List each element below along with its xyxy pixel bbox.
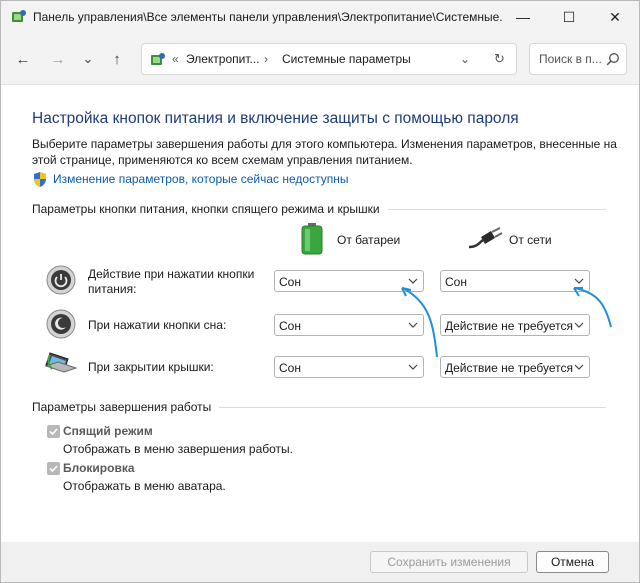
power-button-label-line2: питания: [88, 282, 137, 296]
maximize-button[interactable]: ☐ [546, 1, 592, 33]
refresh-icon[interactable]: ↻ [494, 51, 505, 67]
chevron-down-icon [574, 278, 584, 284]
search-icon [606, 53, 619, 66]
lock-description: Отображать в меню аватара. [63, 479, 226, 493]
lock-checkbox[interactable] [47, 462, 60, 475]
page-description: Выберите параметры завершения работы для… [32, 137, 617, 167]
window-title: Панель управления\Все элементы панели уп… [33, 10, 503, 24]
select-value: Сон [445, 275, 467, 289]
close-button[interactable]: ✕ [592, 1, 638, 33]
cancel-button[interactable]: Отмена [536, 551, 609, 573]
breadcrumb-power-options[interactable]: Электропит... [186, 52, 260, 66]
laptop-lid-icon [44, 352, 78, 373]
power-button-label-line1: Действие при нажатии кнопки [88, 267, 255, 281]
chevron-down-icon [408, 364, 418, 370]
sleep-button-label: При нажатии кнопки сна: [88, 318, 227, 332]
select-value: Действие не требуется [445, 361, 574, 375]
power-button-icon [46, 265, 76, 295]
chevron-down-icon [574, 364, 584, 370]
sleep-button-icon [46, 309, 76, 339]
search-box[interactable]: Поиск в п... [529, 43, 627, 75]
address-dropdown-chevron-icon[interactable]: ⌄ [460, 52, 470, 66]
control-panel-window: Панель управления\Все элементы панели уп… [0, 0, 640, 583]
minimize-button[interactable]: — [500, 1, 546, 33]
recent-locations-button[interactable]: ⌄ [78, 49, 98, 69]
back-button[interactable]: ← [13, 49, 33, 69]
save-changes-button[interactable]: Сохранить изменения [370, 551, 528, 573]
breadcrumb-overflow[interactable]: « [172, 52, 179, 66]
select-value: Сон [279, 319, 301, 333]
lid-close-ac-select[interactable]: Действие не требуется [440, 356, 590, 378]
breadcrumb-separator[interactable]: › [264, 52, 268, 66]
power-button-label: Действие при нажатии кнопки питания: [88, 267, 254, 297]
shutdown-section-title: Параметры завершения работы [32, 400, 220, 414]
select-value: Сон [279, 275, 301, 289]
lock-label: Блокировка [63, 461, 135, 475]
column-header-battery: От батареи [337, 233, 401, 247]
checkmark-icon [49, 465, 58, 473]
power-button-battery-select[interactable]: Сон [274, 270, 424, 292]
lid-close-battery-select[interactable]: Сон [274, 356, 424, 378]
address-field[interactable]: « Электропит... › Системные параметры ⌄ … [141, 43, 517, 75]
column-header-ac: От сети [509, 233, 552, 247]
chevron-down-icon [574, 322, 584, 328]
sleep-button-battery-select[interactable]: Сон [274, 314, 424, 336]
up-button[interactable]: ↑ [107, 49, 127, 69]
sleep-button-ac-select[interactable]: Действие не требуется [440, 314, 590, 336]
battery-icon [301, 223, 323, 255]
select-value: Сон [279, 361, 301, 375]
power-button-ac-select[interactable]: Сон [440, 270, 590, 292]
power-options-icon [151, 53, 165, 65]
chevron-down-icon [408, 278, 418, 284]
power-buttons-section-title: Параметры кнопки питания, кнопки спящего… [32, 202, 388, 216]
power-plug-icon [468, 227, 503, 249]
breadcrumb-system-settings[interactable]: Системные параметры [282, 52, 411, 66]
power-options-app-icon [12, 10, 26, 22]
search-input[interactable]: Поиск в п... [539, 52, 601, 66]
sleep-mode-checkbox[interactable] [47, 425, 60, 438]
title-bar: Панель управления\Все элементы панели уп… [1, 1, 639, 33]
checkmark-icon [49, 428, 58, 436]
change-unavailable-settings-link[interactable]: Изменение параметров, которые сейчас нед… [53, 172, 349, 186]
uac-shield-icon [34, 172, 46, 187]
page-title: Настройка кнопок питания и включение защ… [32, 110, 519, 127]
lid-close-label: При закрытии крышки: [88, 360, 214, 374]
navigation-bar: ← → ⌄ ↑ « Электропит... › Системные пара… [1, 33, 639, 85]
forward-button[interactable]: → [48, 49, 68, 69]
dialog-footer: Сохранить изменения Отмена [1, 542, 639, 582]
sleep-mode-label: Спящий режим [63, 424, 153, 438]
select-value: Действие не требуется [445, 319, 574, 333]
chevron-down-icon [408, 322, 418, 328]
sleep-mode-description: Отображать в меню завершения работы. [63, 442, 294, 456]
